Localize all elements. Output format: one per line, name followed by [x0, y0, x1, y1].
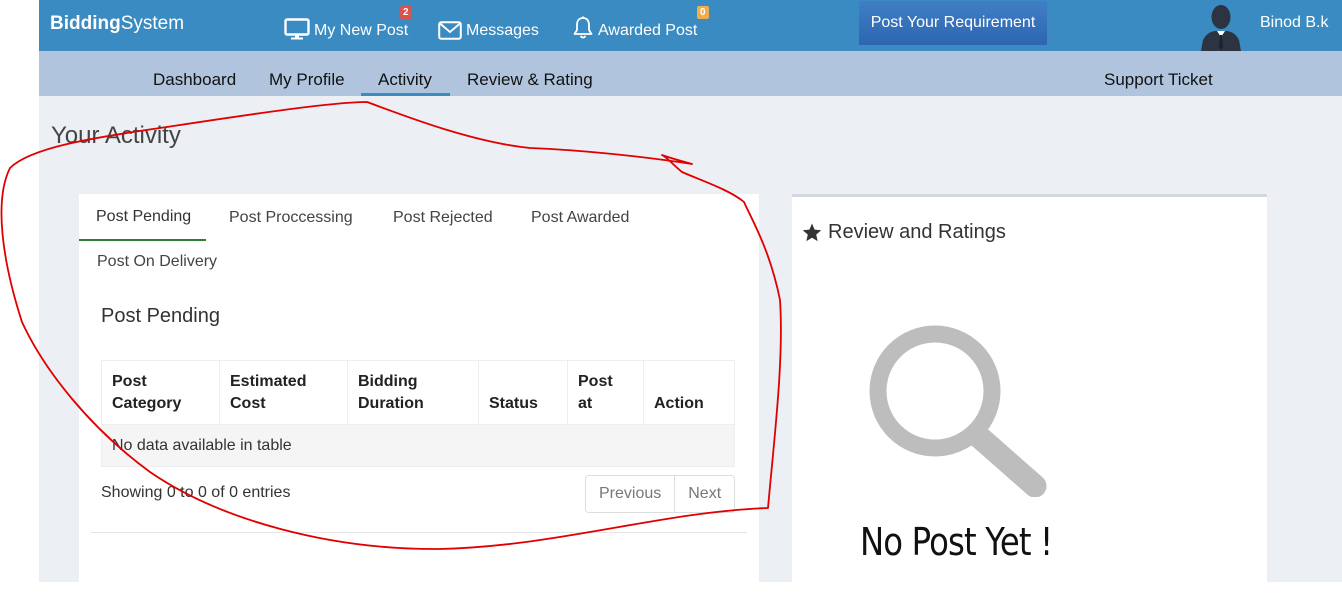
table-row: No data available in table [101, 424, 735, 467]
app-frame: BiddingSystem My New Post 2 Messages Awa… [39, 0, 1342, 594]
empty-table-message: No data available in table [101, 424, 735, 467]
bell-icon [573, 16, 593, 39]
monitor-icon [284, 18, 310, 40]
pagination: Previous Next [585, 475, 736, 513]
subnav-active-indicator [361, 93, 450, 96]
subnav-dashboard[interactable]: Dashboard [153, 70, 236, 90]
brand-bold: Bidding [50, 13, 121, 34]
col-post-category[interactable]: Post Category [101, 360, 220, 425]
section-title: Post Pending [101, 305, 220, 327]
header-line: Action [654, 395, 704, 412]
col-action[interactable]: Action [643, 360, 735, 425]
nav-awarded-post[interactable]: Awarded Post 0 [572, 6, 709, 40]
subnav-support-ticket[interactable]: Support Ticket [1104, 70, 1213, 90]
no-post-message: No Post Yet ! [860, 520, 1053, 564]
header-line: at [578, 395, 593, 412]
nav-messages[interactable]: Messages [438, 10, 539, 40]
col-estimated-cost[interactable]: Estimated Cost [219, 360, 348, 425]
header-line: Bidding [358, 373, 418, 390]
brand-logo[interactable]: BiddingSystem [50, 13, 184, 35]
header-line: Post [112, 373, 147, 390]
subnav-activity[interactable]: Activity [378, 70, 432, 90]
header-line: Duration [358, 395, 424, 412]
subnav-review-rating[interactable]: Review & Rating [467, 70, 593, 90]
table-header-row: Post Category Estimated Cost Bidding Durati… [101, 360, 735, 425]
nav-messages-label: Messages [466, 22, 539, 39]
review-heading: Review and Ratings [802, 221, 1006, 244]
header-line: Status [489, 395, 538, 412]
header-line: Category [112, 395, 182, 412]
col-status[interactable]: Status [478, 360, 568, 425]
brand-rest: System [120, 13, 185, 34]
nav-my-new-post[interactable]: My New Post 2 [284, 6, 412, 40]
nav-awarded-post-label: Awarded Post [598, 22, 698, 39]
top-navbar: BiddingSystem My New Post 2 Messages Awa… [39, 0, 1342, 51]
table-info: Showing 0 to 0 of 0 entries [101, 484, 291, 501]
header-line: Estimated [230, 373, 307, 390]
envelope-icon [438, 21, 462, 40]
page-title: Your Activity [51, 122, 181, 149]
nav-my-new-post-label: My New Post [314, 22, 409, 39]
awarded-post-count-badge: 0 [697, 6, 709, 19]
review-card: Review and Ratings No Post Yet ! [792, 194, 1267, 594]
card-divider [91, 532, 747, 533]
tab-post-awarded[interactable]: Post Awarded [531, 209, 629, 227]
next-page-button[interactable]: Next [674, 476, 735, 512]
post-requirement-button[interactable]: Post Your Requirement [859, 1, 1047, 45]
star-icon [802, 223, 822, 242]
sub-navbar: Dashboard My Profile Activity Review & R… [39, 51, 1342, 96]
tab-post-processing[interactable]: Post Proccessing [229, 209, 353, 227]
tab-post-pending[interactable]: Post Pending [96, 208, 191, 226]
review-title: Review and Ratings [828, 221, 1006, 243]
col-bidding-duration[interactable]: Bidding Duration [347, 360, 479, 425]
tab-post-rejected[interactable]: Post Rejected [393, 209, 493, 227]
tab-post-on-delivery[interactable]: Post On Delivery [97, 253, 217, 271]
user-name[interactable]: Binod B.k [1260, 14, 1328, 32]
header-line: Cost [230, 395, 266, 412]
subnav-my-profile[interactable]: My Profile [269, 70, 345, 90]
user-avatar-icon[interactable] [1195, 0, 1247, 51]
active-tab-underline [79, 239, 206, 241]
posts-table: Post Category Estimated Cost Bidding Durati… [101, 360, 735, 467]
magnifier-icon [869, 325, 1047, 497]
activity-card: Post Pending Post Proccessing Post Rejec… [79, 194, 759, 594]
new-post-count-badge: 2 [400, 6, 412, 19]
previous-page-button[interactable]: Previous [586, 476, 675, 512]
header-line: Post [578, 373, 613, 390]
col-post-at[interactable]: Post at [567, 360, 644, 425]
